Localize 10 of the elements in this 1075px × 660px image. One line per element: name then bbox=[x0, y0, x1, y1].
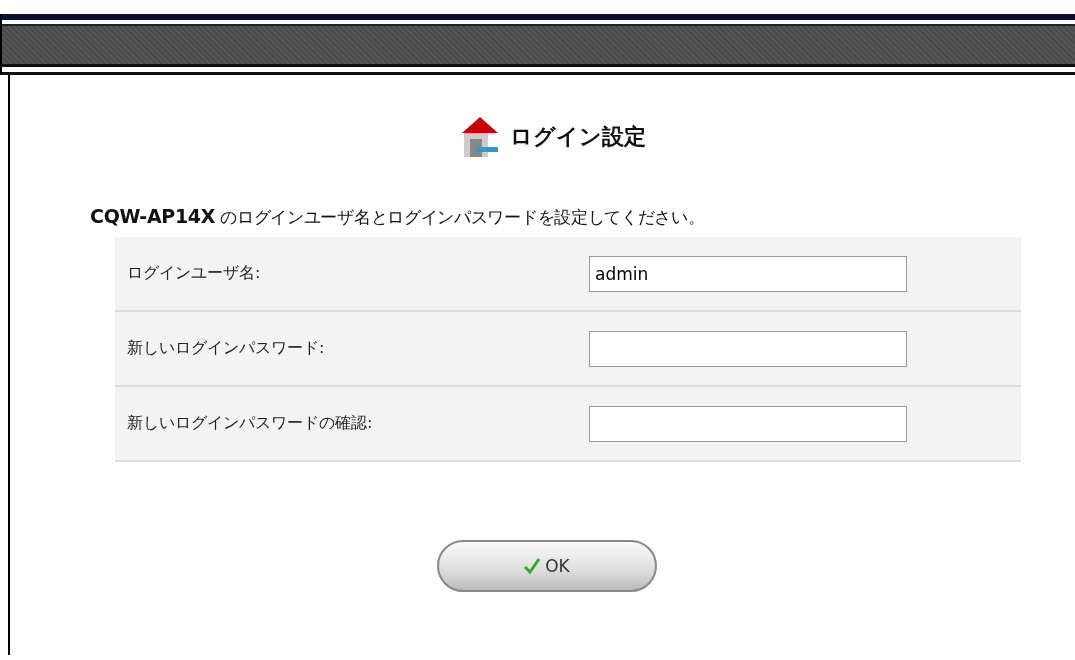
input-field[interactable]: admin bbox=[589, 255, 907, 292]
check-icon bbox=[523, 557, 542, 575]
ok-button[interactable]: OK bbox=[436, 540, 657, 592]
field-label: 新しいログインパスワードの確認: bbox=[127, 413, 373, 432]
description: CQW-AP14X のログインユーザ名とログインパスワードを設定してください。 bbox=[90, 205, 706, 229]
page-title: ログイン設定 bbox=[509, 123, 646, 151]
input-field[interactable] bbox=[589, 405, 907, 442]
input-field[interactable] bbox=[589, 330, 907, 367]
field-label: 新しいログインパスワード: bbox=[127, 338, 325, 357]
field-label: ログインユーザ名: bbox=[127, 263, 261, 282]
